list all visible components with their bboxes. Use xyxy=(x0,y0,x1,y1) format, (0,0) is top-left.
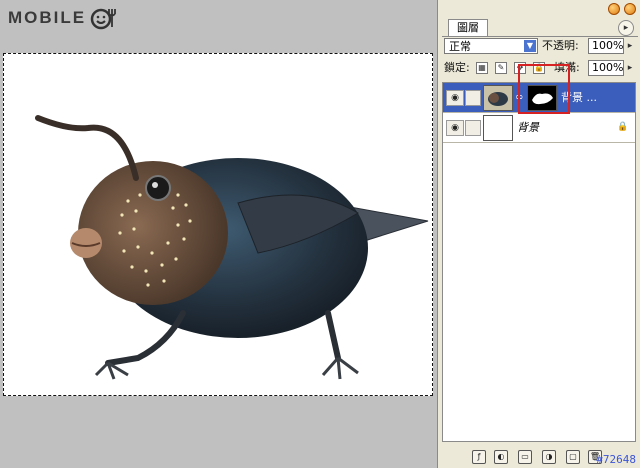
close-button[interactable] xyxy=(624,3,636,15)
eye-icon[interactable]: ◉ xyxy=(446,120,464,136)
layer-name: 背景 xyxy=(517,121,539,134)
layer-style-icon[interactable]: ƒ xyxy=(472,450,486,464)
eye-icon[interactable]: ◉ xyxy=(446,90,464,106)
dropdown-arrow-icon[interactable]: ▼ xyxy=(524,40,536,52)
layer-brush-slot[interactable] xyxy=(465,90,481,106)
document-canvas[interactable] xyxy=(3,53,433,396)
layer-thumbnail xyxy=(483,115,513,141)
lock-label: 鎖定: xyxy=(444,61,470,74)
blend-mode-select[interactable]: 正常 ▼ xyxy=(444,38,538,54)
smiley-fork-icon xyxy=(90,8,117,30)
lock-paint-icon[interactable]: ✎ xyxy=(495,62,507,74)
mask-highlight-box xyxy=(518,64,570,114)
layer-row-background[interactable]: ◉ 背景 🔒 xyxy=(443,113,635,143)
layer-thumbnail xyxy=(483,85,513,111)
panel-titlebar xyxy=(438,0,640,18)
opacity-label: 不透明: xyxy=(542,39,579,52)
new-layer-icon[interactable]: ▢ xyxy=(566,450,580,464)
fill-arrow-icon[interactable]: ▸ xyxy=(624,60,636,76)
tab-layers[interactable]: 圖層 xyxy=(448,19,488,36)
document-workspace: MOBILE xyxy=(0,0,437,468)
adjustment-layer-icon[interactable]: ◑ xyxy=(542,450,556,464)
opacity-input[interactable]: 100% xyxy=(588,38,624,54)
layers-list: ◉ ∞ 背景 ... ◉ 背景 🔒 xyxy=(442,82,636,442)
lock-transparency-icon[interactable]: ▦ xyxy=(476,62,488,74)
watermark-text: #72648 xyxy=(596,453,636,466)
add-mask-icon[interactable]: ◐ xyxy=(494,450,508,464)
blend-opacity-row: 正常 ▼ 不透明: 100% ▸ xyxy=(442,38,636,58)
blend-mode-value: 正常 xyxy=(449,40,471,53)
lock-icon: 🔒 xyxy=(617,122,629,132)
minimize-button[interactable] xyxy=(608,3,620,15)
new-set-icon[interactable]: ▭ xyxy=(518,450,532,464)
panel-menu-arrow-icon[interactable]: ▸ xyxy=(618,20,634,36)
logo-text: MOBILE xyxy=(8,8,87,27)
bird-fish-image xyxy=(35,115,429,380)
layer-brush-slot[interactable] xyxy=(465,120,481,136)
fill-input[interactable]: 100% xyxy=(588,60,624,76)
panel-tab-row: 圖層 ▸ xyxy=(442,18,638,37)
opacity-arrow-icon[interactable]: ▸ xyxy=(624,38,636,54)
site-logo: MOBILE xyxy=(8,6,117,30)
